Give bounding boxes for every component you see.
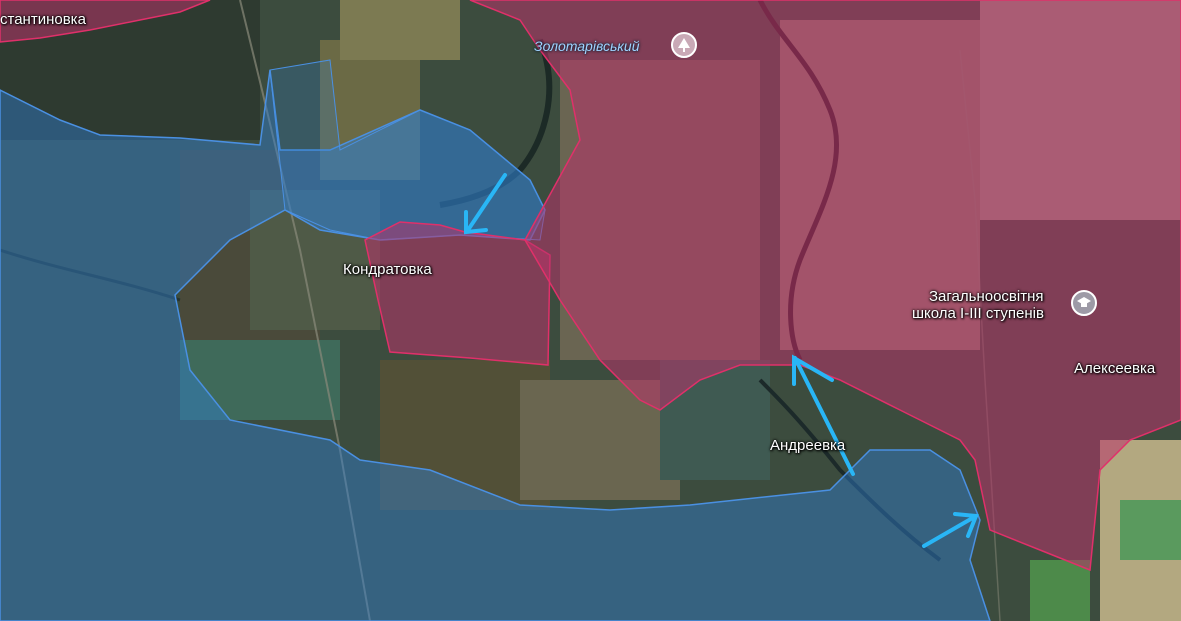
advance-arrow-east <box>922 512 979 548</box>
advance-arrow-kondratovka <box>464 173 507 235</box>
label-kondratovka: Кондратовка <box>343 261 432 278</box>
advance-arrow-andreevka <box>792 354 855 476</box>
tree-icon[interactable] <box>671 32 697 58</box>
label-andreevka: Андреевка <box>770 437 846 454</box>
label-alekseevka: Алексеевка <box>1074 360 1156 377</box>
label-konstantinovka: стантиновка <box>0 11 86 28</box>
label-school-line2: школа I-III ступенів <box>912 305 1044 322</box>
map-view[interactable]: стантиновка Золотарівський Кондратовка З… <box>0 0 1181 621</box>
graduation-cap-icon[interactable] <box>1071 290 1097 316</box>
label-school-line1: Загальноосвітня <box>929 288 1044 305</box>
label-zolotarivsky: Золотарівський <box>534 38 640 54</box>
